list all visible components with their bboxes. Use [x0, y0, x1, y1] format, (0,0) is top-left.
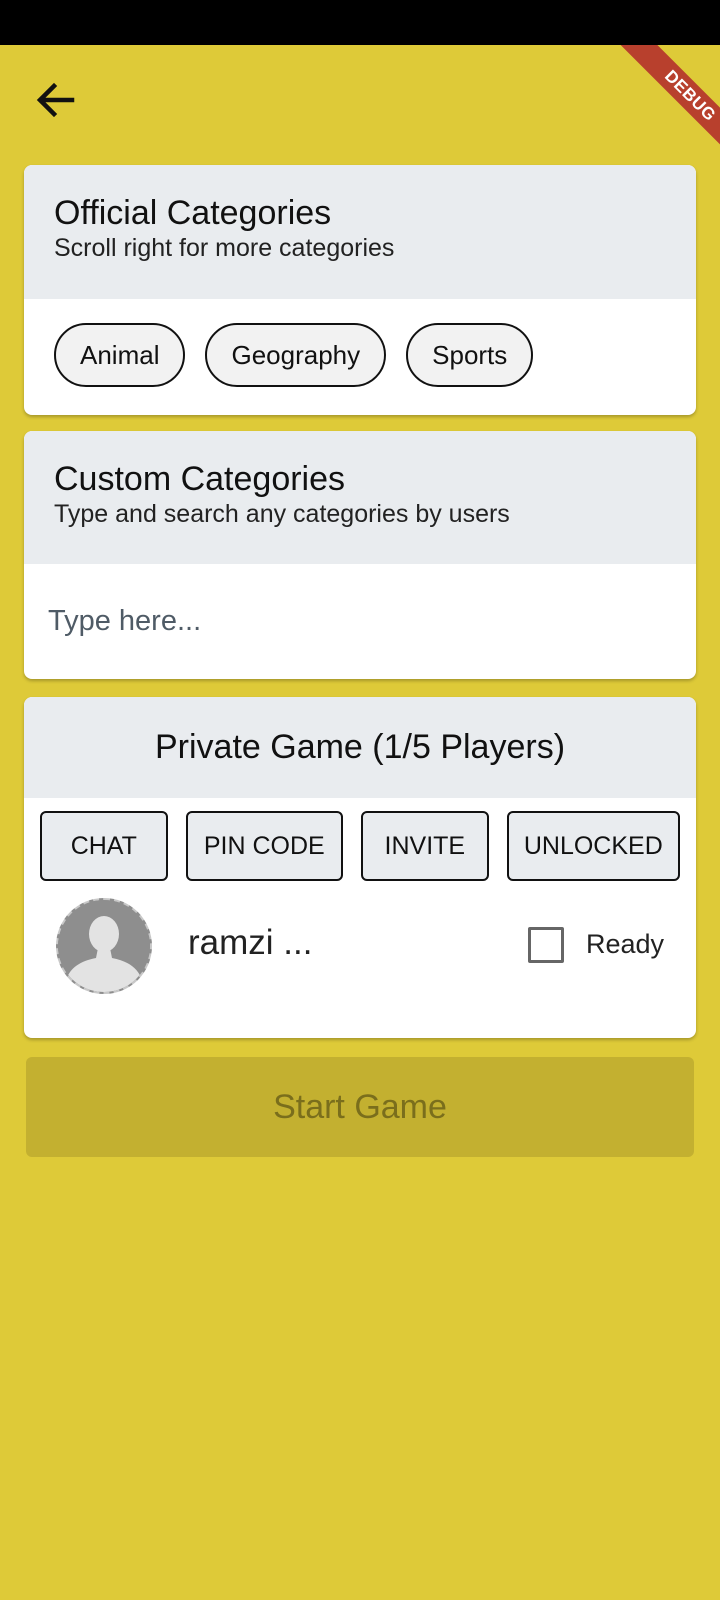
custom-categories-title: Custom Categories: [54, 460, 346, 498]
category-search-input[interactable]: [24, 564, 696, 679]
custom-categories-subtitle: Type and search any categories by users: [54, 500, 510, 528]
unlocked-button[interactable]: UNLOCKED: [506, 811, 680, 881]
debug-banner: DEBUG: [0, 45, 720, 185]
category-chip-sports[interactable]: Sports: [406, 323, 534, 387]
ready-checkbox[interactable]: [528, 927, 564, 963]
player-row: ramzi ... Ready: [24, 881, 696, 1011]
pin-code-button[interactable]: PIN CODE: [185, 811, 344, 881]
private-game-card: Private Game (1/5 Players) CHAT PIN CODE…: [24, 697, 696, 1038]
invite-button[interactable]: INVITE: [361, 811, 489, 881]
start-game-button[interactable]: Start Game: [26, 1057, 694, 1157]
default-user-avatar-icon: [58, 900, 150, 992]
chat-button[interactable]: CHAT: [40, 811, 168, 881]
debug-ribbon: DEBUG: [613, 45, 720, 173]
avatar: [56, 898, 152, 994]
category-chip-list[interactable]: Animal Geography Sports: [24, 299, 696, 387]
status-bar: [0, 0, 720, 45]
official-categories-header: Official Categories Scroll right for mor…: [24, 165, 696, 299]
custom-categories-card: Custom Categories Type and search any ca…: [24, 431, 696, 679]
official-categories-title: Official Categories: [54, 194, 332, 232]
private-game-header: Private Game (1/5 Players): [24, 697, 696, 798]
private-game-title: Private Game (1/5 Players): [154, 728, 566, 766]
back-button[interactable]: [22, 70, 90, 130]
player-name: ramzi ...: [188, 923, 313, 962]
category-chip-animal[interactable]: Animal: [54, 323, 186, 387]
custom-categories-header: Custom Categories Type and search any ca…: [24, 431, 696, 564]
arrow-left-icon: [36, 82, 75, 118]
ready-label: Ready: [586, 929, 665, 959]
official-categories-subtitle: Scroll right for more categories: [54, 234, 395, 262]
private-game-actions: CHAT PIN CODE INVITE UNLOCKED: [24, 798, 696, 881]
official-categories-card: Official Categories Scroll right for mor…: [24, 165, 696, 415]
category-chip-geography[interactable]: Geography: [205, 323, 387, 387]
